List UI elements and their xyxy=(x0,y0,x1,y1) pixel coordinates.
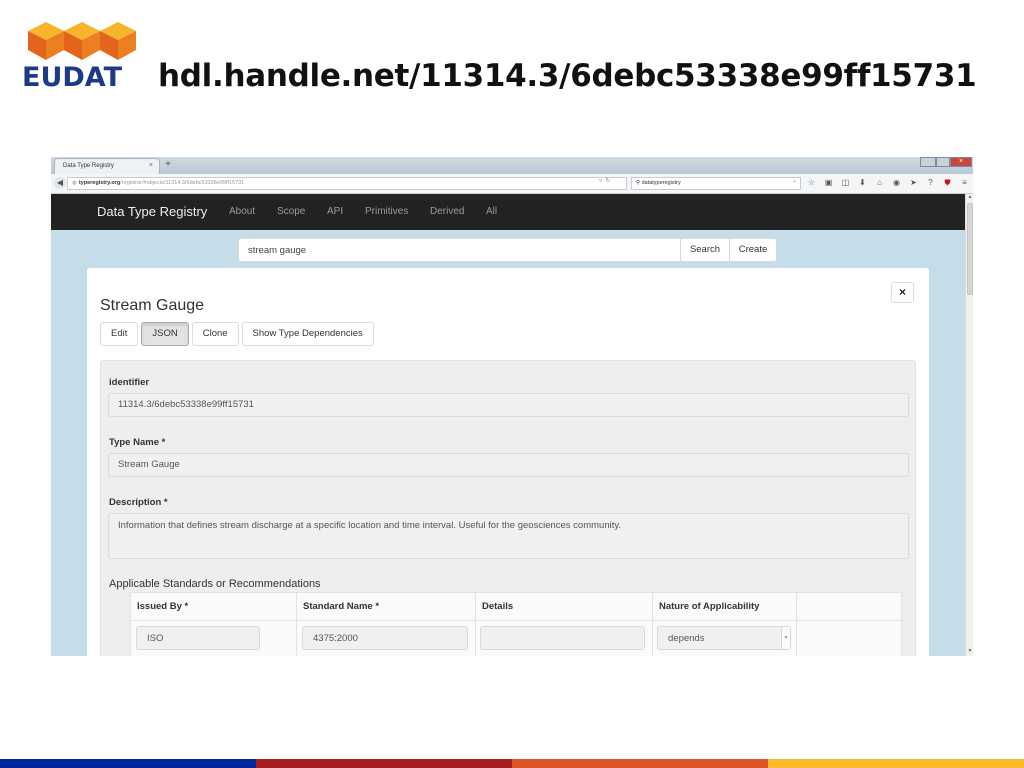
edit-button[interactable]: Edit xyxy=(100,322,139,346)
window-close-button[interactable]: × xyxy=(950,157,972,167)
issued-by-input[interactable]: ISO xyxy=(136,626,260,650)
nav-scope[interactable]: Scope xyxy=(277,206,305,217)
browser-window: Data Type Registry × + × ◀ ◍ typeregistry… xyxy=(51,157,973,656)
send-icon[interactable]: ➤ xyxy=(905,176,922,190)
slide-title: hdl.handle.net/11314.3/6debc53338e99ff15… xyxy=(158,58,977,94)
new-tab-button[interactable]: + xyxy=(161,159,175,172)
slide: EUDAT hdl.handle.net/11314.3/6debc53338e… xyxy=(0,0,1024,768)
nature-select[interactable]: depends ▾ xyxy=(657,626,791,650)
nav-api[interactable]: API xyxy=(327,206,343,217)
col-standard-name: Standard Name * xyxy=(297,593,476,621)
app-navbar: Data Type Registry About Scope API Primi… xyxy=(51,194,965,230)
standards-table: Issued By * Standard Name * Details Natu… xyxy=(130,592,903,656)
type-form: identifier 11314.3/6debc53338e99ff15731 … xyxy=(100,360,916,656)
url-host: typeregistry.org xyxy=(78,180,121,186)
page-scrollbar[interactable]: ▲ ▼ xyxy=(965,194,973,656)
stripe-blue xyxy=(0,759,256,768)
help-icon[interactable]: ? xyxy=(922,176,939,190)
standards-title: Applicable Standards or Recommendations xyxy=(109,578,321,590)
scroll-down-arrow-icon[interactable]: ▼ xyxy=(966,648,973,656)
footer-color-stripes xyxy=(0,759,1024,768)
window-controls: × xyxy=(920,157,972,167)
tab-bar: Data Type Registry × + × xyxy=(51,157,973,174)
clone-button[interactable]: Clone xyxy=(191,322,239,346)
star-icon[interactable]: ☆ xyxy=(803,176,820,190)
cell-actions xyxy=(797,621,903,656)
cell-nature: depends ▾ xyxy=(653,621,797,656)
search-add-icon[interactable]: + xyxy=(793,179,796,185)
back-arrow-icon[interactable]: ◀ xyxy=(54,177,66,189)
browser-tab[interactable]: Data Type Registry × xyxy=(54,158,160,174)
stripe-red xyxy=(256,759,512,768)
scroll-thumb[interactable] xyxy=(967,203,973,295)
clipboard-icon[interactable]: ▣ xyxy=(820,176,837,190)
description-field[interactable]: Information that defines stream discharg… xyxy=(108,513,909,559)
browser-toolbar: ◀ ◍ typeregistry.org/registrar/#objects/1… xyxy=(51,174,973,194)
web-page: Data Type Registry About Scope API Primi… xyxy=(51,194,965,656)
nav-derived[interactable]: Derived xyxy=(430,206,464,217)
details-input[interactable] xyxy=(480,626,645,650)
url-path: /registrar/#objects/11314.3/6debc53338e9… xyxy=(120,180,245,186)
app-brand[interactable]: Data Type Registry xyxy=(97,204,207,219)
scroll-up-arrow-icon[interactable]: ▲ xyxy=(966,194,973,202)
nav-primitives[interactable]: Primitives xyxy=(365,206,408,217)
nature-select-value: depends xyxy=(668,633,705,644)
identifier-field[interactable]: 11314.3/6debc53338e99ff15731 xyxy=(108,393,909,417)
nav-about[interactable]: About xyxy=(229,206,255,217)
browser-search-input[interactable]: ⚲ datatyperegistry + xyxy=(631,177,801,190)
pocket-icon[interactable]: ◫ xyxy=(837,176,854,190)
select-arrow-icon: ▾ xyxy=(781,627,790,649)
url-dropdown-reload[interactable]: ▿ ↻ xyxy=(599,177,610,184)
description-label: Description * xyxy=(109,497,168,508)
menu-icon[interactable]: ≡ xyxy=(956,176,973,190)
search-input[interactable]: stream gauge xyxy=(238,238,681,262)
browser-search-query: datatyperegistry xyxy=(641,180,681,186)
logo-text: EUDAT xyxy=(22,62,122,93)
tab-close-icon[interactable]: × xyxy=(149,162,153,169)
cubes-logo-icon xyxy=(28,22,136,60)
eudat-logo: EUDAT xyxy=(22,18,140,96)
cell-details xyxy=(476,621,653,656)
col-details: Details xyxy=(476,593,653,621)
col-nature: Nature of Applicability xyxy=(653,593,797,621)
nav-all[interactable]: All xyxy=(486,206,497,217)
shield-icon[interactable]: ⛊ xyxy=(939,176,956,190)
chat-icon[interactable]: ◉ xyxy=(888,176,905,190)
cell-standard-name: 4375:2000 xyxy=(297,621,476,656)
home-icon[interactable]: ⌂ xyxy=(871,176,888,190)
globe-icon: ◍ xyxy=(72,180,77,186)
tab-title: Data Type Registry xyxy=(63,163,114,169)
address-bar[interactable]: ◍ typeregistry.org/registrar/#objects/113… xyxy=(67,177,627,190)
maximize-button[interactable] xyxy=(936,157,950,167)
search-group: stream gauge Search Create xyxy=(238,238,778,262)
col-issued-by: Issued By * xyxy=(131,593,297,621)
modal-title: Stream Gauge xyxy=(100,297,205,314)
cell-issued-by: ISO xyxy=(131,621,297,656)
show-dependencies-button[interactable]: Show Type Dependencies xyxy=(241,322,374,346)
action-buttons: Edit JSON Clone Show Type Dependencies xyxy=(100,322,374,346)
stripe-orange xyxy=(512,759,768,768)
type-detail-modal: × Stream Gauge Edit JSON Clone Show Type… xyxy=(87,268,929,656)
type-name-label: Type Name * xyxy=(109,437,166,448)
search-button[interactable]: Search xyxy=(680,238,730,262)
type-name-field[interactable]: Stream Gauge xyxy=(108,453,909,477)
identifier-label: identifier xyxy=(109,377,150,388)
stripe-yellow xyxy=(768,759,1024,768)
toolbar-icons: ☆ ▣ ◫ ⬇ ⌂ ◉ ➤ ? ⛊ ≡ xyxy=(803,176,973,190)
create-button[interactable]: Create xyxy=(729,238,777,262)
col-actions xyxy=(797,593,903,621)
standard-name-input[interactable]: 4375:2000 xyxy=(302,626,468,650)
download-icon[interactable]: ⬇ xyxy=(854,176,871,190)
json-button[interactable]: JSON xyxy=(141,322,189,346)
minimize-button[interactable] xyxy=(920,157,936,167)
close-icon[interactable]: × xyxy=(891,282,914,303)
